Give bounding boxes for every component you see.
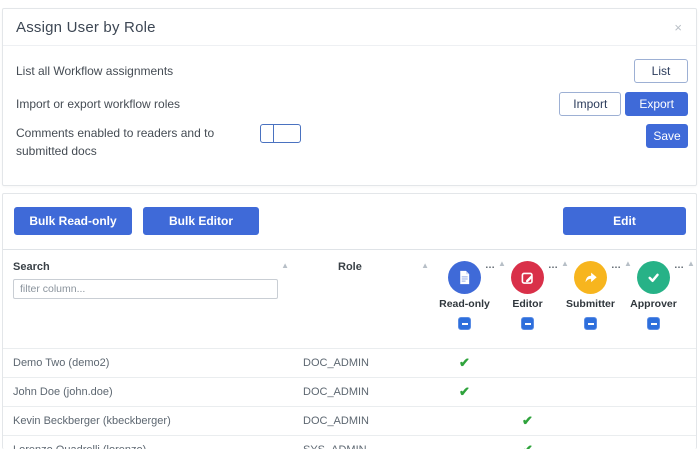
- filter-column-input[interactable]: [13, 279, 278, 299]
- sort-arrow-icon[interactable]: ▲: [421, 261, 429, 270]
- check-icon: [645, 269, 662, 286]
- comments-toggle[interactable]: [260, 124, 301, 143]
- ellipsis-icon[interactable]: …: [674, 260, 685, 271]
- export-button[interactable]: Export: [625, 92, 688, 116]
- editor-column-header: … ▲ Editor: [496, 261, 559, 330]
- readonly-select-all-checkbox[interactable]: [458, 317, 471, 330]
- list-assignments-row: List all Workflow assignments List: [16, 58, 688, 84]
- editor-select-all-checkbox[interactable]: [521, 317, 534, 330]
- bulk-toolbar: Bulk Read-only Bulk Editor Edit: [3, 194, 696, 243]
- readonly-check[interactable]: ✔: [433, 384, 496, 400]
- close-icon[interactable]: ×: [674, 21, 682, 34]
- user-role: SYS_ADMIN: [303, 444, 433, 449]
- save-button[interactable]: Save: [646, 124, 688, 148]
- import-button[interactable]: Import: [559, 92, 621, 116]
- submitter-column-label: Submitter: [566, 298, 615, 310]
- comments-label: Comments enabled to readers and to submi…: [16, 124, 248, 160]
- approver-column-header: … ▲ Approver: [622, 261, 685, 330]
- modal-title: Assign User by Role: [16, 19, 156, 36]
- editor-icon[interactable]: [511, 261, 544, 294]
- search-column-header: Search ▲: [3, 261, 303, 330]
- list-button[interactable]: List: [634, 59, 688, 83]
- role-header-label: Role: [338, 261, 362, 273]
- edit-icon: [519, 269, 536, 286]
- readonly-check[interactable]: ✔: [433, 355, 496, 371]
- import-export-row: Import or export workflow roles Import E…: [16, 91, 688, 117]
- submitter-column-header: … ▲ Submitter: [559, 261, 622, 330]
- readonly-column-label: Read-only: [439, 298, 490, 310]
- modal-body: List all Workflow assignments List Impor…: [3, 46, 696, 160]
- approver-select-all-checkbox[interactable]: [647, 317, 660, 330]
- user-name: Demo Two (demo2): [3, 357, 303, 369]
- user-name: Kevin Beckberger (kbeckberger): [3, 415, 303, 427]
- editor-check[interactable]: ✔: [496, 442, 559, 449]
- edit-button[interactable]: Edit: [563, 207, 686, 235]
- table-row[interactable]: Lorenzo Quadrelli (lorenzo) SYS_ADMIN ✔: [3, 435, 696, 449]
- approver-column-label: Approver: [630, 298, 677, 310]
- submitter-icon[interactable]: [574, 261, 607, 294]
- table-row[interactable]: John Doe (john.doe) DOC_ADMIN ✔: [3, 377, 696, 406]
- comments-row: Comments enabled to readers and to submi…: [16, 124, 688, 160]
- import-export-buttons: Import Export: [559, 92, 688, 116]
- readonly-icon[interactable]: [448, 261, 481, 294]
- table-row[interactable]: Kevin Beckberger (kbeckberger) DOC_ADMIN…: [3, 406, 696, 435]
- editor-check[interactable]: ✔: [496, 413, 559, 429]
- forward-arrow-icon: [582, 269, 599, 286]
- assign-user-modal: Assign User by Role × List all Workflow …: [2, 8, 697, 186]
- submitter-select-all-checkbox[interactable]: [584, 317, 597, 330]
- sort-arrow-icon[interactable]: ▲: [561, 259, 569, 268]
- sort-arrow-icon[interactable]: ▲: [498, 259, 506, 268]
- table-row[interactable]: Demo Two (demo2) DOC_ADMIN ✔: [3, 348, 696, 377]
- list-assignments-label: List all Workflow assignments: [16, 62, 173, 80]
- role-table-panel: Bulk Read-only Bulk Editor Edit Search ▲…: [2, 193, 697, 449]
- sort-arrow-icon[interactable]: ▲: [687, 259, 695, 268]
- modal-header: Assign User by Role ×: [3, 9, 696, 46]
- editor-column-label: Editor: [512, 298, 542, 310]
- sort-arrow-icon[interactable]: ▲: [624, 259, 632, 268]
- role-column-header: Role ▲: [303, 261, 433, 330]
- toggle-knob-icon: [261, 125, 274, 142]
- assignments-table: Search ▲ Role ▲: [3, 249, 696, 449]
- user-name: Lorenzo Quadrelli (lorenzo): [3, 444, 303, 449]
- readonly-column-header: … ▲ Read-only: [433, 261, 496, 330]
- search-header-label: Search: [13, 261, 50, 273]
- ellipsis-icon[interactable]: …: [485, 260, 496, 271]
- table-body: Demo Two (demo2) DOC_ADMIN ✔ John Doe (j…: [3, 348, 696, 449]
- ellipsis-icon[interactable]: …: [548, 260, 559, 271]
- bulk-editor-button[interactable]: Bulk Editor: [143, 207, 259, 235]
- ellipsis-icon[interactable]: …: [611, 260, 622, 271]
- approver-icon[interactable]: [637, 261, 670, 294]
- document-icon: [456, 269, 473, 286]
- user-name: John Doe (john.doe): [3, 386, 303, 398]
- import-export-label: Import or export workflow roles: [16, 95, 180, 113]
- sort-arrow-icon[interactable]: ▲: [281, 261, 289, 270]
- bulk-readonly-button[interactable]: Bulk Read-only: [14, 207, 132, 235]
- user-role: DOC_ADMIN: [303, 357, 433, 369]
- user-role: DOC_ADMIN: [303, 386, 433, 398]
- table-header-row: Search ▲ Role ▲: [3, 250, 696, 338]
- user-role: DOC_ADMIN: [303, 415, 433, 427]
